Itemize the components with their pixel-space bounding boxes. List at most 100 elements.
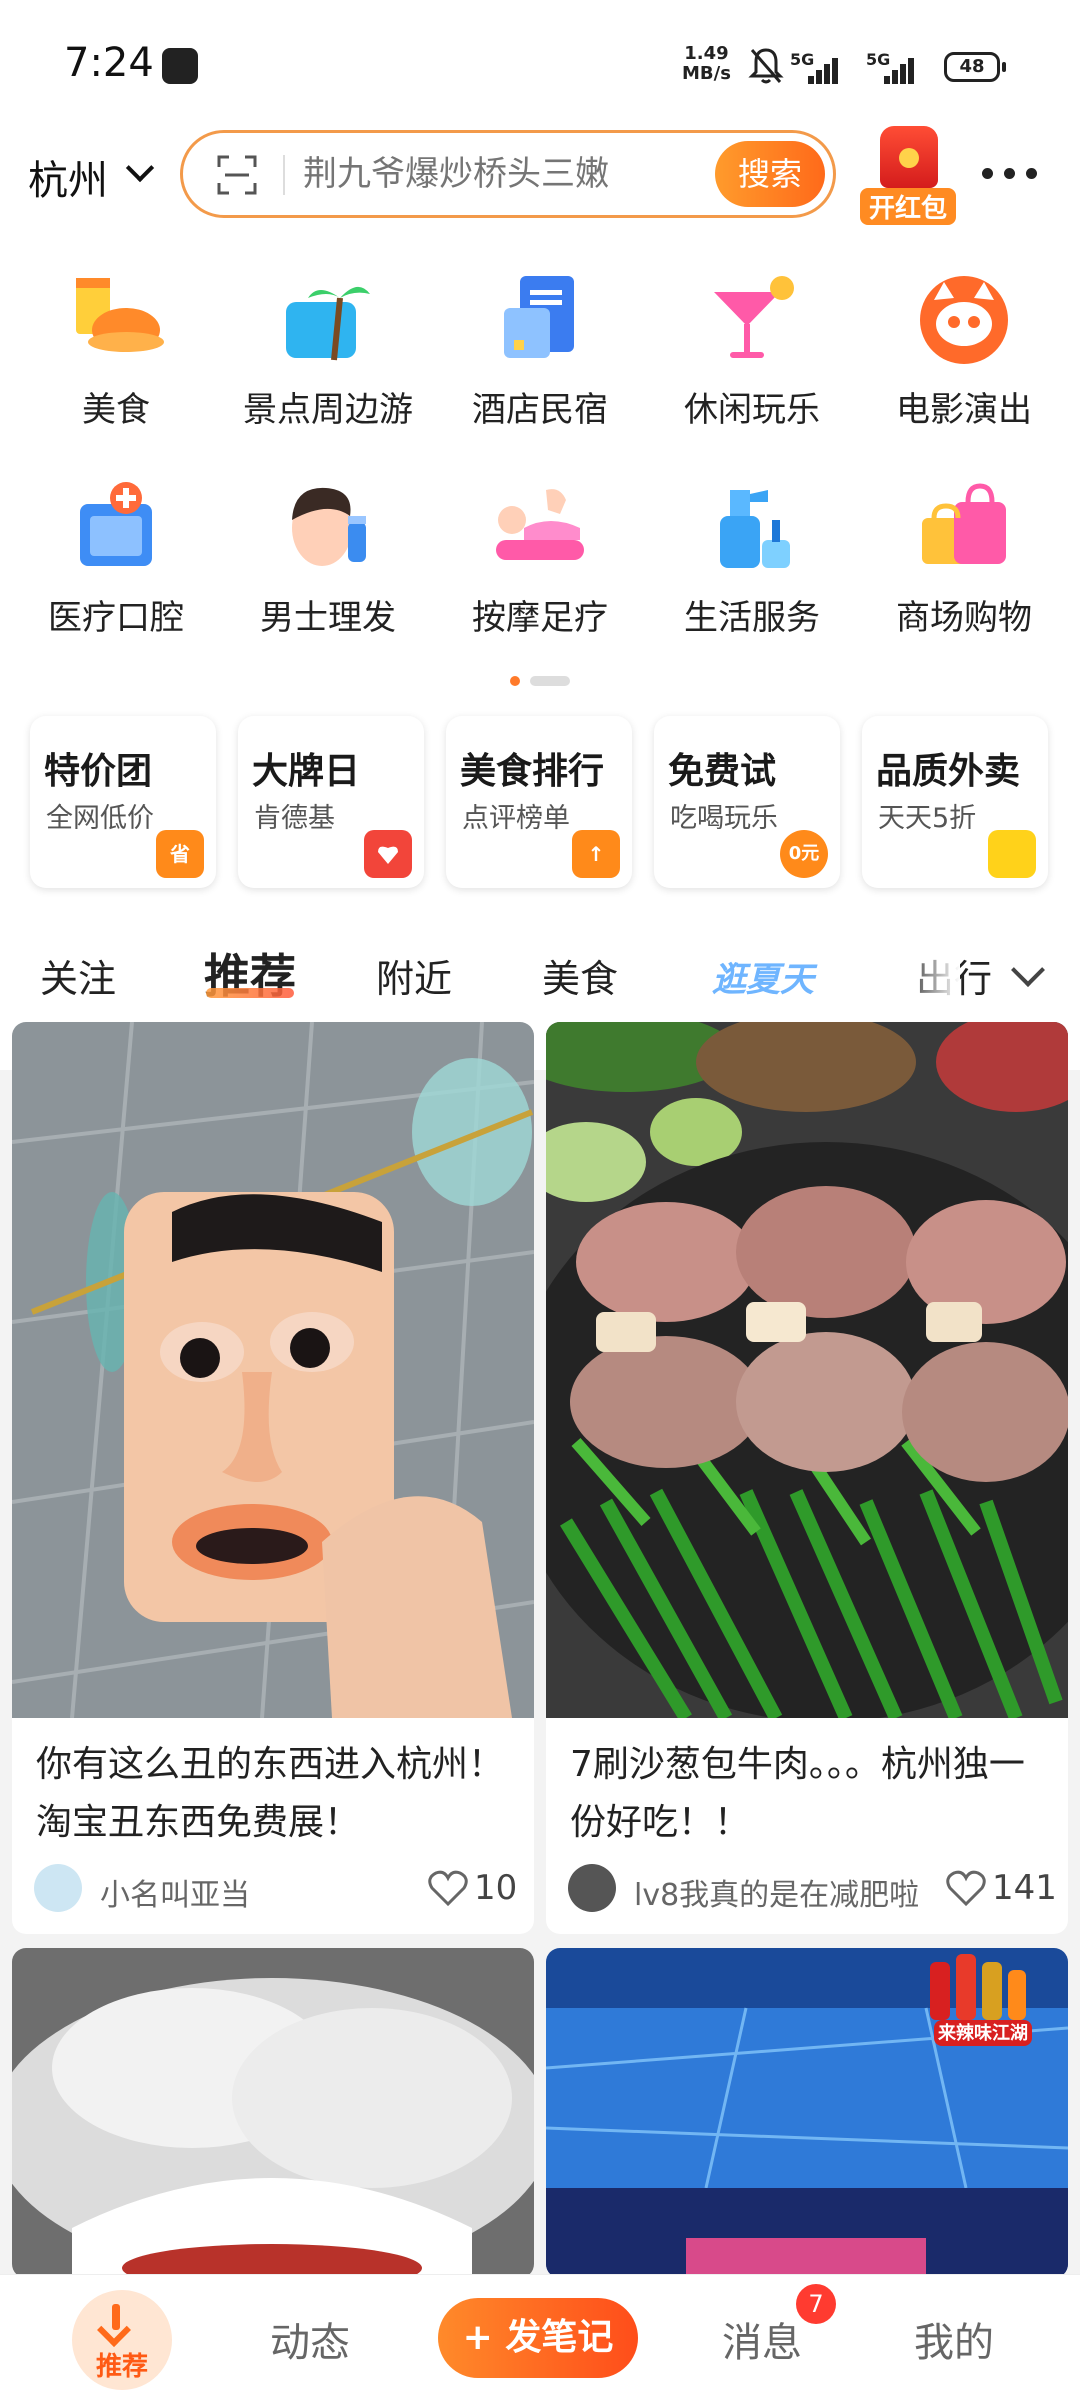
hotel-icon xyxy=(490,268,590,368)
city-selector[interactable]: 杭州 xyxy=(28,148,108,206)
category-hotel[interactable]: 酒店民宿 xyxy=(440,268,640,431)
feed-card[interactable] xyxy=(12,1948,534,2278)
category-label: 医疗口腔 xyxy=(48,598,184,638)
tabs-fade xyxy=(900,940,960,1000)
like-count: 10 xyxy=(474,1868,518,1908)
feed-image-ugly-phone-case xyxy=(12,1022,534,1718)
post-note-button[interactable]: + 发笔记 xyxy=(438,2298,638,2378)
promo-card-free-trial[interactable]: 免费试 吃喝玩乐 0元 xyxy=(654,716,840,888)
search-bar[interactable]: 搜索 xyxy=(180,130,836,218)
category-label: 按摩足疗 xyxy=(472,598,608,638)
heart-icon[interactable] xyxy=(428,1870,468,1906)
avatar[interactable] xyxy=(34,1864,82,1912)
arrow-down-icon-head xyxy=(97,2313,131,2347)
tab-follow[interactable]: 关注 xyxy=(40,948,116,1003)
promo-subtitle: 肯德基 xyxy=(254,803,335,834)
arrow-up-icon: ↑ xyxy=(572,830,620,878)
category-leisure[interactable]: 休闲玩乐 xyxy=(652,268,852,431)
app-notification-icon xyxy=(162,48,198,84)
promo-subtitle: 天天5折 xyxy=(878,803,977,834)
network-speed-value: 1.49 xyxy=(684,43,729,64)
active-tab-underline xyxy=(206,988,294,998)
nav-feed-button[interactable]: 动态 xyxy=(270,2310,350,2368)
red-packet-button[interactable]: 开红包 xyxy=(860,122,956,226)
red-packet-label: 开红包 xyxy=(860,188,956,225)
promo-subtitle: 全网低价 xyxy=(46,803,154,834)
category-barber[interactable]: 男士理发 xyxy=(228,476,428,639)
avatar[interactable] xyxy=(568,1864,616,1912)
nav-messages-button[interactable]: 消息 xyxy=(722,2310,802,2368)
ad-banner-text: 来辣味江湖 xyxy=(937,2022,1028,2044)
feed-card-user[interactable]: lv8我真的是在减肥啦 xyxy=(634,1870,919,1914)
promo-badge: 0元 xyxy=(780,830,828,878)
medical-icon xyxy=(66,476,166,576)
feed-image-smoke-dish xyxy=(12,1948,534,2278)
promo-title: 大牌日 xyxy=(252,751,361,792)
promo-card-deals[interactable]: 特价团 全网低价 省 xyxy=(30,716,216,888)
category-life-service[interactable]: 生活服务 xyxy=(652,476,852,639)
promo-title: 美食排行 xyxy=(460,751,605,792)
shopping-bag-icon xyxy=(914,476,1014,576)
tab-food[interactable]: 美食 xyxy=(542,948,618,1003)
promo-title: 免费试 xyxy=(668,751,777,792)
promo-title: 品质外卖 xyxy=(876,751,1021,792)
cat-movie-icon xyxy=(914,268,1014,368)
promo-subtitle: 吃喝玩乐 xyxy=(670,803,778,834)
nav-home-button[interactable]: 推荐 xyxy=(72,2290,172,2390)
promo-card-brand-day[interactable]: 大牌日 肯德基 xyxy=(238,716,424,888)
barber-icon xyxy=(278,476,378,576)
category-label: 商场购物 xyxy=(896,598,1032,638)
feed-image-beef-rolls xyxy=(546,1022,1068,1718)
search-divider xyxy=(283,155,285,195)
nav-home-label: 推荐 xyxy=(95,2352,148,2382)
status-bar: 7:24 1.49 MB/s 5G 5G 48 xyxy=(0,0,1080,130)
category-medical[interactable]: 医疗口腔 xyxy=(16,476,216,639)
feed-image-stage: 来辣味江湖 xyxy=(546,1948,1068,2278)
category-movie[interactable]: 电影演出 xyxy=(864,268,1064,431)
promo-card-food-ranking[interactable]: 美食排行 点评榜单 ↑ xyxy=(446,716,632,888)
status-time: 7:24 xyxy=(64,40,154,86)
category-food[interactable]: 美食 xyxy=(16,268,216,431)
messages-badge: 7 xyxy=(796,2284,836,2324)
promo-title: 特价团 xyxy=(44,751,153,792)
tab-nearby[interactable]: 附近 xyxy=(376,948,452,1003)
category-label: 休闲玩乐 xyxy=(684,390,820,430)
muted-bell-icon xyxy=(748,48,784,84)
feed-card-title: 你有这么丑的东西进入杭州！淘宝丑东西免费展！ xyxy=(36,1744,505,1843)
nav-me-button[interactable]: 我的 xyxy=(914,2310,994,2368)
search-button[interactable]: 搜索 xyxy=(715,141,825,207)
promo-card-takeout[interactable]: 品质外卖 天天5折 xyxy=(862,716,1048,888)
network-speed: 1.49 MB/s xyxy=(682,44,731,84)
category-massage[interactable]: 按摩足疗 xyxy=(440,476,640,639)
massage-icon xyxy=(490,476,590,576)
feed-card[interactable]: 7刷沙葱包牛肉。。。杭州独一份好吃！！ lv8我真的是在减肥啦 141 xyxy=(546,1022,1068,1934)
search-input[interactable] xyxy=(303,151,663,197)
category-label: 电影演出 xyxy=(896,390,1032,430)
signal-bars-1-icon xyxy=(794,56,838,84)
more-options-icon[interactable] xyxy=(982,168,1042,180)
feed-card[interactable]: 你有这么丑的东西进入杭州！淘宝丑东西免费展！ 小名叫亚当 10 xyxy=(12,1022,534,1934)
category-label: 生活服务 xyxy=(684,598,820,638)
signal-bars-2-icon xyxy=(870,56,914,84)
network-speed-unit: MB/s xyxy=(682,63,731,84)
red-packet-icon xyxy=(880,126,938,188)
category-scenic[interactable]: 景点周边游 xyxy=(228,268,428,431)
category-shopping[interactable]: 商场购物 xyxy=(864,476,1064,639)
palm-tree-icon xyxy=(278,268,378,368)
tab-summer[interactable]: 逛夏天 xyxy=(712,952,814,1001)
promo-badge: 省 xyxy=(156,830,204,878)
calendar-icon xyxy=(364,830,412,878)
promo-subtitle: 点评榜单 xyxy=(462,803,570,834)
like-count: 141 xyxy=(992,1868,1057,1908)
battery-indicator: 48 xyxy=(944,52,1006,82)
category-label: 美食 xyxy=(82,390,150,430)
category-label: 景点周边游 xyxy=(243,390,413,430)
feed-card[interactable]: 来辣味江湖 xyxy=(546,1948,1068,2278)
food-icon xyxy=(66,268,166,368)
heart-icon[interactable] xyxy=(946,1870,986,1906)
rabbit-mascot-icon xyxy=(988,830,1036,878)
feed-card-user[interactable]: 小名叫亚当 xyxy=(100,1870,250,1914)
scan-icon[interactable] xyxy=(217,155,257,195)
cocktail-icon xyxy=(702,268,802,368)
category-label: 酒店民宿 xyxy=(472,390,608,430)
